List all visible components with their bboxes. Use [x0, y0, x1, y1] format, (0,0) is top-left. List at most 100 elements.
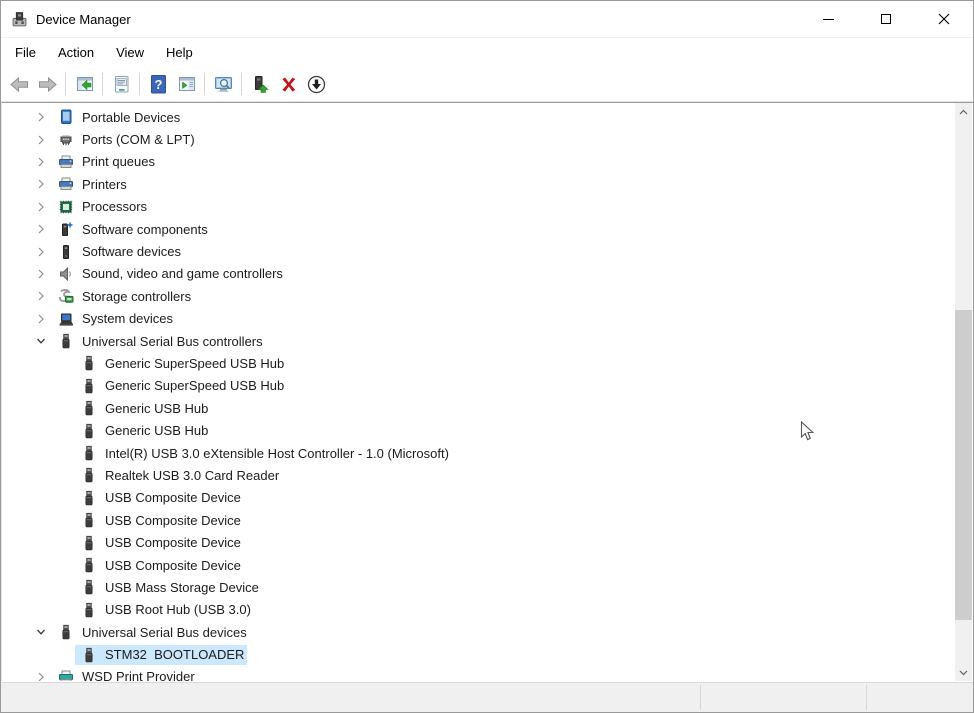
menu-help[interactable]: Help	[155, 41, 204, 64]
forward-button[interactable]	[33, 70, 61, 98]
chevron-right-icon[interactable]	[30, 672, 52, 681]
tree-item[interactable]: Printers	[2, 173, 973, 195]
tree-item[interactable]: Intel(R) USB 3.0 eXtensible Host Control…	[2, 442, 973, 464]
tree-item[interactable]: Realtek USB 3.0 Card Reader	[2, 464, 973, 486]
action-pane-button[interactable]	[172, 70, 200, 98]
tree-item-content[interactable]: Print queues	[52, 152, 158, 172]
chevron-right-icon[interactable]	[30, 224, 52, 234]
tree-item-content[interactable]: Universal Serial Bus devices	[52, 622, 250, 642]
tree-item[interactable]: STM32 BOOTLOADER	[2, 643, 973, 665]
tree-item-content[interactable]: System devices	[52, 309, 176, 329]
tree-item-label: Generic USB Hub	[105, 401, 208, 416]
tree-item[interactable]: Portable Devices	[2, 106, 973, 128]
printer-icon	[58, 176, 74, 192]
tree-item-content[interactable]: USB Composite Device	[75, 510, 244, 530]
menu-view[interactable]: View	[105, 41, 155, 64]
tree-item[interactable]: Ports (COM & LPT)	[2, 128, 973, 150]
chevron-right-icon[interactable]	[30, 112, 52, 122]
tree-item-label: Generic USB Hub	[105, 423, 208, 438]
tree-item-content[interactable]: USB Root Hub (USB 3.0)	[75, 600, 254, 620]
tree-item-content[interactable]: Processors	[52, 197, 150, 217]
tree-item[interactable]: System devices	[2, 308, 973, 330]
menu-action[interactable]: Action	[47, 41, 105, 64]
tree-item[interactable]: Storage controllers	[2, 285, 973, 307]
tree-item-content[interactable]: Generic SuperSpeed USB Hub	[75, 353, 287, 373]
tree-item-content[interactable]: Generic USB Hub	[75, 398, 211, 418]
tree-item-content[interactable]: Portable Devices	[52, 107, 183, 127]
tree-item[interactable]: USB Root Hub (USB 3.0)	[2, 599, 973, 621]
storage-icon	[58, 288, 74, 304]
disable-device-button[interactable]	[302, 70, 330, 98]
help-button[interactable]: ?	[144, 70, 172, 98]
tree-item-content[interactable]: Ports (COM & LPT)	[52, 130, 198, 150]
chevron-right-icon[interactable]	[30, 291, 52, 301]
toolbar-separator	[65, 73, 66, 95]
statusbar-separator	[700, 685, 701, 710]
close-button[interactable]	[915, 1, 973, 37]
back-button[interactable]	[5, 70, 33, 98]
chevron-right-icon[interactable]	[30, 157, 52, 167]
vertical-scrollbar[interactable]	[955, 103, 972, 681]
tree-item[interactable]: USB Mass Storage Device	[2, 576, 973, 598]
update-driver-button[interactable]	[246, 70, 274, 98]
tree-item-content[interactable]: Sound, video and game controllers	[52, 264, 286, 284]
tree-item-label: Ports (COM & LPT)	[82, 132, 195, 147]
tree-item[interactable]: Software components	[2, 218, 973, 240]
tree-item[interactable]: Universal Serial Bus controllers	[2, 330, 973, 352]
tree-item[interactable]: Generic USB Hub	[2, 419, 973, 441]
ports-icon	[58, 132, 74, 148]
tree-item-content[interactable]: Storage controllers	[52, 286, 194, 306]
tree-item[interactable]: Generic USB Hub	[2, 397, 973, 419]
chevron-right-icon[interactable]	[30, 202, 52, 212]
tree-item-content[interactable]: Intel(R) USB 3.0 eXtensible Host Control…	[75, 443, 452, 463]
maximize-button[interactable]	[857, 1, 915, 37]
tree-item-selected-content[interactable]: STM32 BOOTLOADER	[75, 645, 247, 665]
chevron-down-icon[interactable]	[30, 336, 52, 346]
tree-item-content[interactable]: Generic USB Hub	[75, 421, 211, 441]
tree-item-content[interactable]: USB Mass Storage Device	[75, 577, 262, 597]
scrollbar-thumb[interactable]	[955, 310, 972, 620]
tree-item[interactable]: USB Composite Device	[2, 487, 973, 509]
tree-item-content[interactable]: USB Composite Device	[75, 488, 244, 508]
usb-icon	[81, 423, 97, 439]
tree-item[interactable]: Generic SuperSpeed USB Hub	[2, 352, 973, 374]
disable-icon	[306, 74, 327, 95]
scan-hardware-icon	[213, 74, 234, 95]
tree-item-content[interactable]: Software devices	[52, 242, 184, 262]
tree-item-label: Realtek USB 3.0 Card Reader	[105, 468, 279, 483]
tree-item-content[interactable]: USB Composite Device	[75, 555, 244, 575]
tree-item[interactable]: WSD Print Provider	[2, 666, 973, 681]
scroll-up-button[interactable]	[955, 103, 972, 120]
minimize-button[interactable]	[799, 1, 857, 37]
tree-item-content[interactable]: Realtek USB 3.0 Card Reader	[75, 465, 282, 485]
usb-icon	[81, 490, 97, 506]
tree-item[interactable]: Universal Serial Bus devices	[2, 621, 973, 643]
menu-file[interactable]: File	[4, 41, 47, 64]
tree-item-content[interactable]: USB Composite Device	[75, 533, 244, 553]
uninstall-device-button[interactable]	[274, 70, 302, 98]
scroll-down-button[interactable]	[955, 664, 972, 681]
chevron-right-icon[interactable]	[30, 247, 52, 257]
chevron-right-icon[interactable]	[30, 269, 52, 279]
tree-item-content[interactable]: Printers	[52, 174, 130, 194]
tree-item[interactable]: USB Composite Device	[2, 554, 973, 576]
tree-item[interactable]: Sound, video and game controllers	[2, 263, 973, 285]
tree-item-content[interactable]: Generic SuperSpeed USB Hub	[75, 376, 287, 396]
tree-item[interactable]: USB Composite Device	[2, 531, 973, 553]
tree-item-content[interactable]: WSD Print Provider	[52, 667, 198, 681]
tree-item-content[interactable]: Universal Serial Bus controllers	[52, 331, 266, 351]
properties-button[interactable]	[107, 70, 135, 98]
chevron-down-icon[interactable]	[30, 627, 52, 637]
chevron-right-icon[interactable]	[30, 135, 52, 145]
chevron-right-icon[interactable]	[30, 179, 52, 189]
tree-item[interactable]: Processors	[2, 196, 973, 218]
show-console-tree-button[interactable]	[70, 70, 98, 98]
tree-item[interactable]: Software devices	[2, 240, 973, 262]
chevron-right-icon[interactable]	[30, 314, 52, 324]
tree-item-content[interactable]: Software components	[52, 219, 211, 239]
scan-hardware-changes-button[interactable]	[209, 70, 237, 98]
action-pane-icon	[176, 74, 197, 95]
tree-item[interactable]: USB Composite Device	[2, 509, 973, 531]
tree-item[interactable]: Print queues	[2, 151, 973, 173]
tree-item[interactable]: Generic SuperSpeed USB Hub	[2, 375, 973, 397]
